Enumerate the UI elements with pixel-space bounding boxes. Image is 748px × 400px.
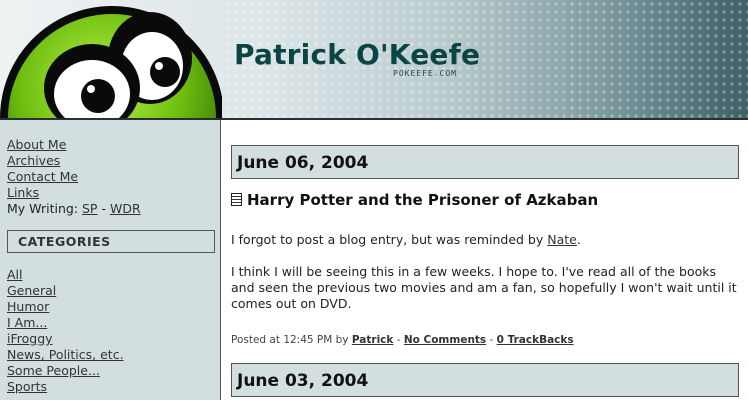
category-link[interactable]: iFroggy [7,331,53,346]
comments-link[interactable]: No Comments [404,334,486,346]
my-writing-label: My Writing: [7,201,79,216]
date-header: June 06, 2004 [231,145,739,179]
sidebar-link-links[interactable]: Links [7,185,39,200]
entry-paragraph: I forgot to post a blog entry, but was r… [231,232,581,247]
categories-heading-box: CATEGORIES [7,230,215,253]
date-header: June 03, 2004 [231,363,739,397]
category-link[interactable]: All [7,267,23,282]
my-writing-row: My Writing: SP - WDR [7,201,141,217]
date-header-text: June 03, 2004 [237,371,369,391]
author-link[interactable]: Patrick [352,334,394,346]
site-domain: POKEEFE.COM [393,69,457,78]
category-link[interactable]: I Am... [7,315,47,330]
sidebar-link-archives[interactable]: Archives [7,153,60,168]
post-meta: Posted at 12:45 PM by Patrick - No Comme… [231,334,574,346]
nate-link[interactable]: Nate [547,232,577,247]
entry-title[interactable]: Harry Potter and the Prisoner of Azkaban [231,191,598,209]
entry-paragraph: I think I will be seeing this in a few w… [231,264,737,311]
categories-heading: CATEGORIES [18,234,111,249]
date-header-text: June 06, 2004 [237,153,369,173]
entry-title-text[interactable]: Harry Potter and the Prisoner of Azkaban [247,191,598,209]
main-content: June 06, 2004 Harry Potter and the Priso… [221,120,748,400]
site-title[interactable]: Patrick O'Keefe [234,38,480,71]
sidebar: About Me Archives Contact Me Links My Wr… [0,120,221,400]
frog-logo-icon [0,6,222,118]
sidebar-link-contact[interactable]: Contact Me [7,169,78,184]
writing-separator: - [101,201,106,216]
category-link[interactable]: Humor [7,299,49,314]
category-link[interactable]: News, Politics, etc. [7,347,124,362]
site-header: Patrick O'Keefe POKEEFE.COM [0,0,748,120]
sidebar-link-about[interactable]: About Me [7,137,66,152]
writing-link-wdr[interactable]: WDR [110,201,141,216]
categories-list: All General Humor I Am... iFroggy News, … [7,267,124,395]
writing-link-sp[interactable]: SP [82,201,97,216]
category-link[interactable]: General [7,283,56,298]
category-link[interactable]: Sports [7,379,47,394]
document-icon [231,193,242,206]
category-link[interactable]: Some People... [7,363,100,378]
sidebar-nav: About Me Archives Contact Me Links My Wr… [7,137,141,217]
trackbacks-link[interactable]: 0 TrackBacks [497,334,574,346]
